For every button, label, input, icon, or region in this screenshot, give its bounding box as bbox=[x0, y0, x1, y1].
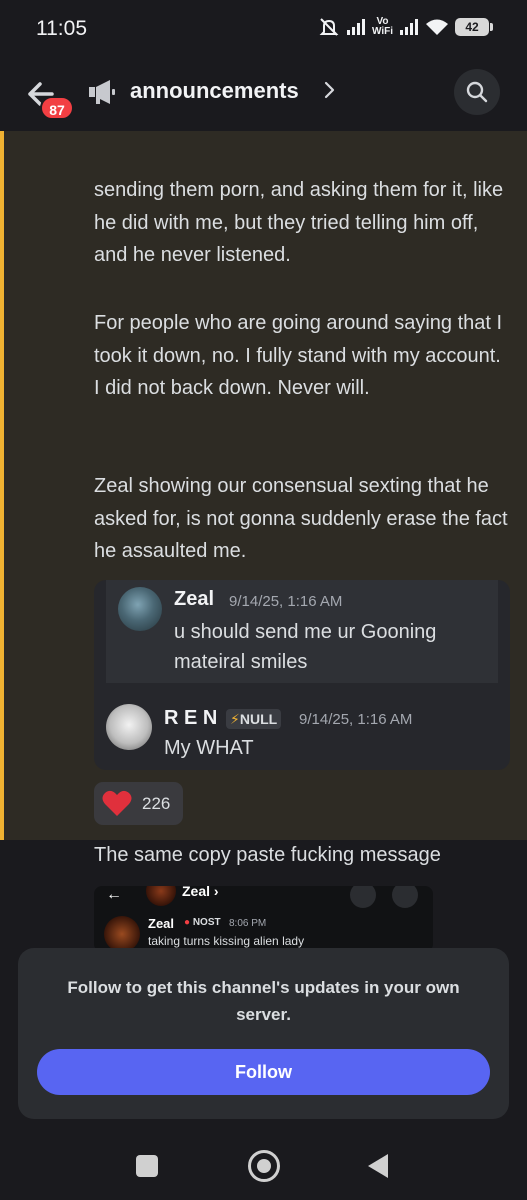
heart-icon bbox=[102, 790, 132, 816]
message-paragraph-1: sending them porn, and asking them for i… bbox=[94, 179, 504, 266]
system-back-button[interactable] bbox=[368, 1154, 388, 1178]
status-icons: Vo WiFi 42 bbox=[318, 16, 493, 38]
phone-icon bbox=[350, 886, 376, 908]
user-tag: ⚡NULL bbox=[226, 709, 282, 729]
channel-header: 87 announcements bbox=[0, 56, 527, 131]
quoted-author: Zeal bbox=[174, 588, 215, 610]
reply-author: R E N bbox=[164, 707, 218, 729]
unread-badge: 87 bbox=[40, 96, 74, 120]
status-bar: 11:05 Vo WiFi 42 bbox=[0, 0, 527, 56]
screenshot-tag: ● NOST bbox=[184, 917, 221, 928]
attached-screenshot[interactable]: ← Zeal › Zeal ● NOST 8:06 PM taking turn… bbox=[94, 886, 433, 952]
chevron-right-icon[interactable] bbox=[323, 80, 337, 100]
screenshot-text: taking turns kissing alien lady bbox=[148, 934, 305, 948]
message-paragraph-2: For people who are going around saying t… bbox=[94, 312, 503, 399]
reaction-heart[interactable]: 226 bbox=[94, 782, 183, 825]
highlight-bar bbox=[0, 131, 4, 840]
avatar bbox=[106, 704, 152, 750]
follow-button[interactable]: Follow bbox=[37, 1049, 490, 1095]
reply-text: My WHAT bbox=[164, 737, 254, 759]
avatar bbox=[146, 886, 176, 906]
signal-icon-2 bbox=[400, 19, 418, 35]
avatar bbox=[118, 587, 162, 631]
bolt-icon: ⚡ bbox=[230, 711, 240, 727]
signal-icon bbox=[346, 19, 365, 35]
quoted-timestamp: 9/14/25, 1:16 AM bbox=[229, 593, 343, 610]
follow-prompt: Follow to get this channel's updates in … bbox=[67, 978, 460, 1024]
status-time: 11:05 bbox=[36, 17, 87, 40]
reply-timestamp: 9/14/25, 1:16 AM bbox=[299, 711, 413, 728]
follow-card: Follow to get this channel's updates in … bbox=[18, 948, 509, 1119]
screenshot-time: 8:06 PM bbox=[229, 918, 267, 929]
quoted-text: u should send me ur Gooning mateiral smi… bbox=[174, 621, 437, 673]
battery-icon: 42 bbox=[455, 18, 493, 36]
recents-button[interactable] bbox=[136, 1155, 158, 1177]
megaphone-icon bbox=[89, 80, 115, 104]
mute-icon bbox=[319, 18, 339, 36]
wifi-icon bbox=[426, 19, 448, 35]
channel-title[interactable]: announcements bbox=[130, 78, 299, 104]
next-message-text: The same copy paste fucking message bbox=[94, 844, 441, 866]
quoted-message: Zeal 9/14/25, 1:16 AM u should send me u… bbox=[106, 580, 498, 683]
reaction-count: 226 bbox=[142, 793, 171, 813]
avatar bbox=[104, 916, 140, 952]
screenshot-embed[interactable]: Zeal 9/14/25, 1:16 AM u should send me u… bbox=[94, 580, 510, 770]
message-paragraph-3: Zeal showing our consensual sexting that… bbox=[94, 475, 508, 562]
video-icon bbox=[392, 886, 418, 908]
search-icon bbox=[466, 81, 488, 103]
vowifi-icon: Vo WiFi bbox=[371, 16, 393, 37]
screenshot-header-name: Zeal › bbox=[182, 886, 219, 899]
screenshot-user: Zeal bbox=[148, 916, 175, 931]
search-button[interactable] bbox=[454, 69, 500, 115]
arrow-left-icon: ← bbox=[106, 886, 122, 903]
system-nav-bar bbox=[0, 1132, 527, 1200]
home-button[interactable] bbox=[248, 1150, 280, 1182]
